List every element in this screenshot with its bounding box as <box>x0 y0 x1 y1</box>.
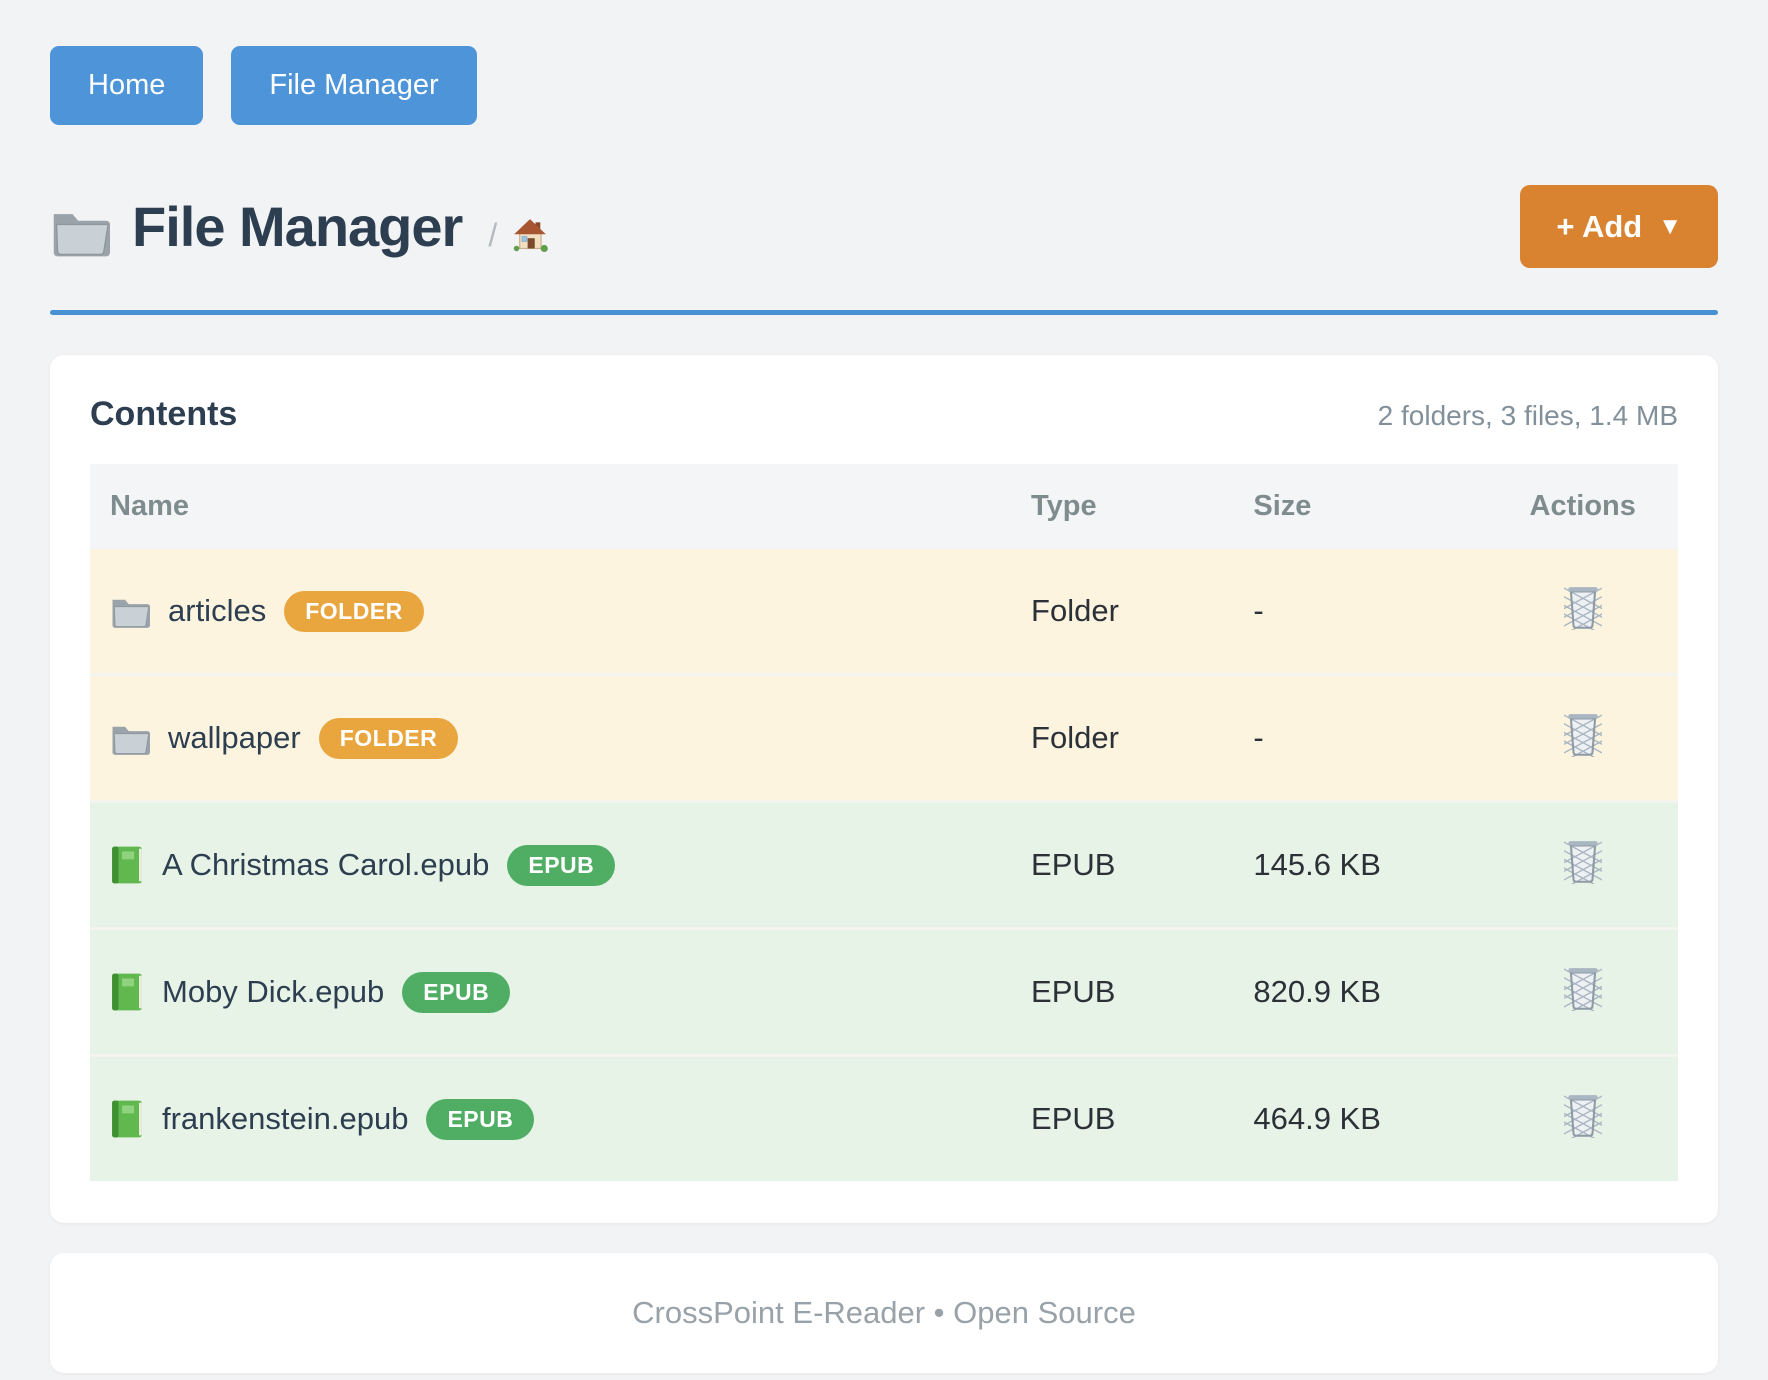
table-row: frankenstein.epub EPUB EPUB 464.9 KB <box>90 1056 1678 1182</box>
add-button[interactable]: + Add ▼ <box>1520 185 1718 268</box>
contents-heading: Contents <box>90 395 237 434</box>
delete-button[interactable] <box>1564 838 1602 884</box>
page-title: File Manager <box>132 194 462 259</box>
breadcrumb-separator: / <box>488 217 497 254</box>
actions-cell <box>1487 549 1678 675</box>
trash-icon <box>1564 1092 1602 1138</box>
trash-icon <box>1564 584 1602 630</box>
name-cell: frankenstein.epub EPUB <box>90 1056 1011 1182</box>
trash-icon <box>1564 838 1602 884</box>
contents-card: Contents 2 folders, 3 files, 1.4 MB Name… <box>50 355 1718 1223</box>
green-book-icon <box>110 1098 144 1140</box>
column-header-actions: Actions <box>1487 464 1678 549</box>
file-name: articles <box>168 593 266 629</box>
file-name: Moby Dick.epub <box>162 974 384 1010</box>
footer-text: CrossPoint E-Reader • Open Source <box>70 1295 1698 1331</box>
column-header-size: Size <box>1233 464 1487 549</box>
actions-cell <box>1487 929 1678 1056</box>
file-table: Name Type Size Actions articles FOLDER F… <box>90 464 1678 1181</box>
size-cell: - <box>1233 675 1487 802</box>
file-name: A Christmas Carol.epub <box>162 847 489 883</box>
delete-button[interactable] <box>1564 711 1602 757</box>
page: Home File Manager File Manager / + Add ▼… <box>0 0 1768 1373</box>
folder-icon <box>50 205 110 257</box>
folder-icon <box>110 593 150 629</box>
footer-card: CrossPoint E-Reader • Open Source <box>50 1253 1718 1373</box>
table-row: articles FOLDER Folder - <box>90 549 1678 675</box>
file-table-head: Name Type Size Actions <box>90 464 1678 549</box>
name-cell: articles FOLDER <box>90 549 1011 675</box>
actions-cell <box>1487 675 1678 802</box>
table-row: wallpaper FOLDER Folder - <box>90 675 1678 802</box>
trash-icon <box>1564 965 1602 1011</box>
actions-cell <box>1487 1056 1678 1182</box>
column-header-name: Name <box>90 464 1011 549</box>
delete-button[interactable] <box>1564 965 1602 1011</box>
name-cell: Moby Dick.epub EPUB <box>90 929 1011 1056</box>
type-badge: EPUB <box>402 972 510 1013</box>
size-cell: 464.9 KB <box>1233 1056 1487 1182</box>
add-button-label: + Add <box>1556 211 1642 242</box>
file-table-body: articles FOLDER Folder - wallpaper FOLDE… <box>90 549 1678 1181</box>
type-cell: EPUB <box>1011 802 1233 929</box>
delete-button[interactable] <box>1564 1092 1602 1138</box>
nav-file-manager-button[interactable]: File Manager <box>231 46 476 125</box>
type-badge: FOLDER <box>284 591 424 632</box>
caret-down-icon: ▼ <box>1658 215 1682 239</box>
table-row: Moby Dick.epub EPUB EPUB 820.9 KB <box>90 929 1678 1056</box>
size-cell: 145.6 KB <box>1233 802 1487 929</box>
contents-summary: 2 folders, 3 files, 1.4 MB <box>1378 400 1678 432</box>
size-cell: - <box>1233 549 1487 675</box>
folder-icon <box>110 720 150 756</box>
type-cell: Folder <box>1011 549 1233 675</box>
title-divider <box>50 310 1718 315</box>
title-group: File Manager / <box>50 194 549 259</box>
name-cell: A Christmas Carol.epub EPUB <box>90 802 1011 929</box>
type-badge: EPUB <box>426 1099 534 1140</box>
file-name: wallpaper <box>168 720 301 756</box>
type-cell: EPUB <box>1011 1056 1233 1182</box>
top-nav: Home File Manager <box>50 46 1718 125</box>
page-header: File Manager / + Add ▼ <box>50 185 1718 268</box>
green-book-icon <box>110 844 144 886</box>
size-cell: 820.9 KB <box>1233 929 1487 1056</box>
file-name: frankenstein.epub <box>162 1101 408 1137</box>
type-cell: EPUB <box>1011 929 1233 1056</box>
house-icon[interactable] <box>511 216 549 254</box>
type-badge: FOLDER <box>319 718 459 759</box>
name-cell: wallpaper FOLDER <box>90 675 1011 802</box>
type-badge: EPUB <box>507 845 615 886</box>
column-header-type: Type <box>1011 464 1233 549</box>
trash-icon <box>1564 711 1602 757</box>
delete-button[interactable] <box>1564 584 1602 630</box>
nav-home-button[interactable]: Home <box>50 46 203 125</box>
table-row: A Christmas Carol.epub EPUB EPUB 145.6 K… <box>90 802 1678 929</box>
green-book-icon <box>110 971 144 1013</box>
contents-card-header: Contents 2 folders, 3 files, 1.4 MB <box>90 395 1678 434</box>
type-cell: Folder <box>1011 675 1233 802</box>
actions-cell <box>1487 802 1678 929</box>
